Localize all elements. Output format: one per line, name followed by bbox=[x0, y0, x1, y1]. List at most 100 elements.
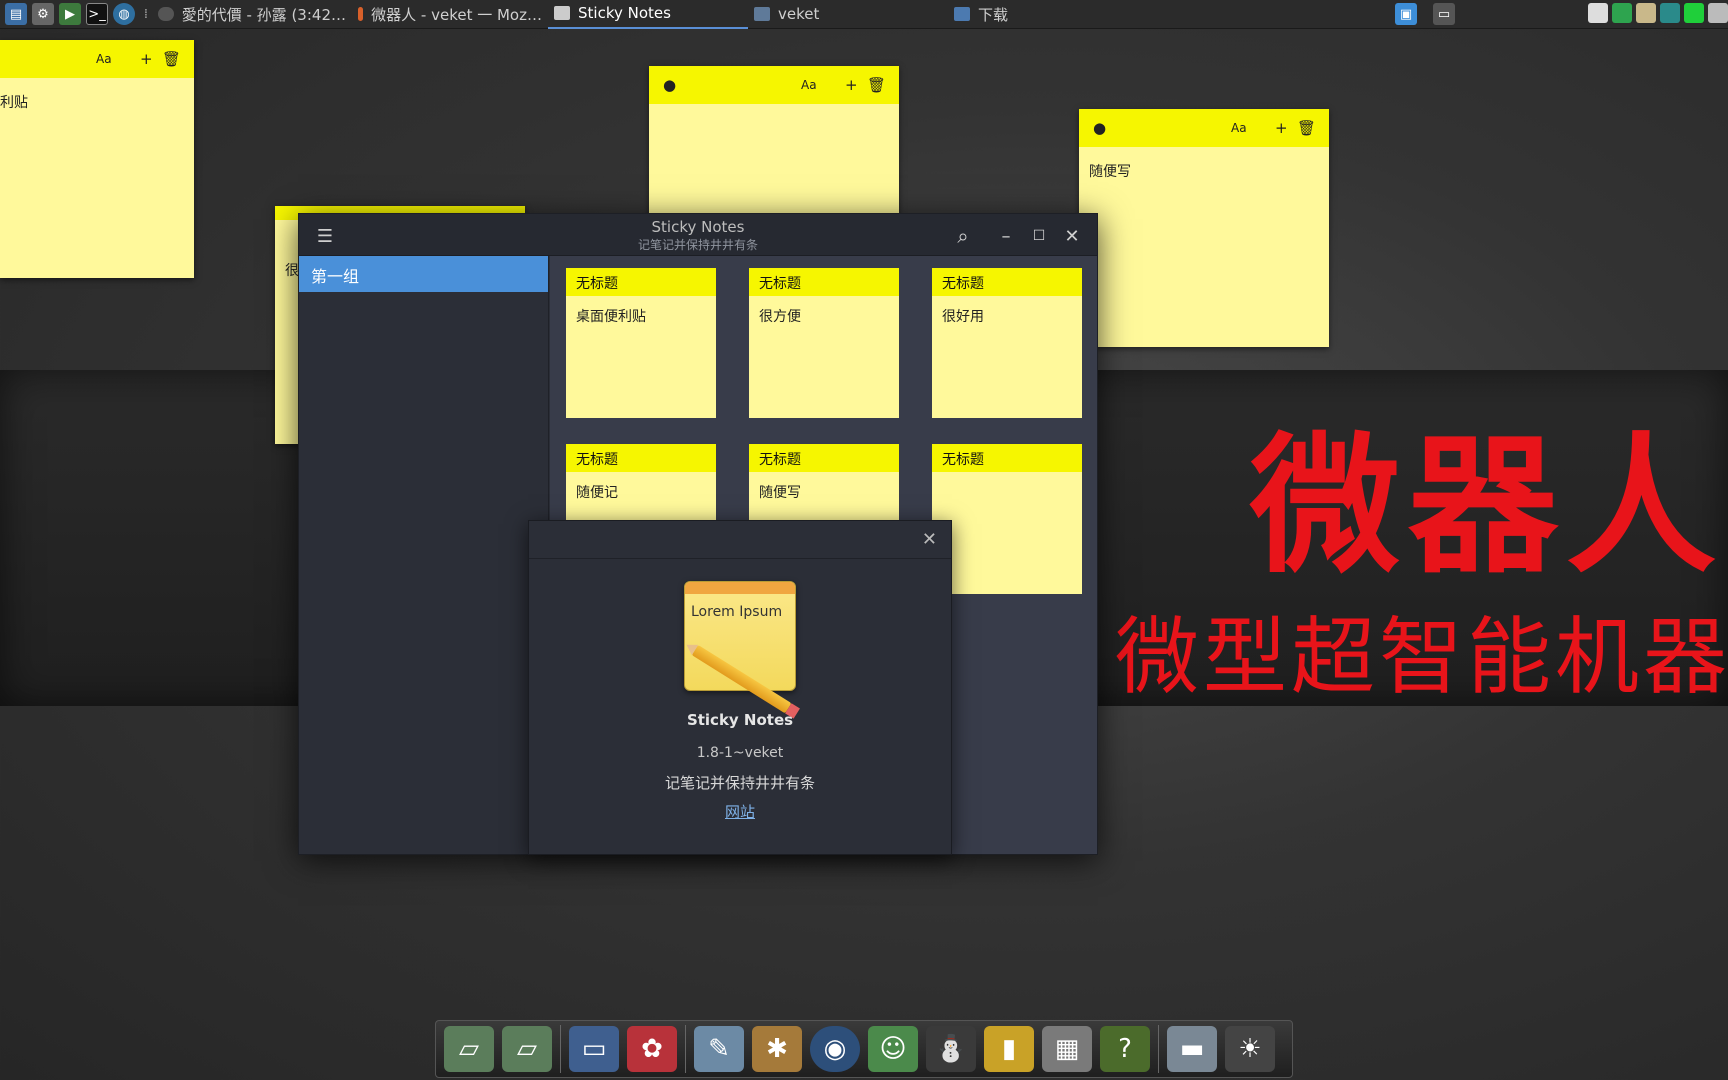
top-panel: ▤ ⚙ ▶ >_ ◍ ⁞ 愛的代價 - 孙露 (3:42… 微器人 - veke… bbox=[0, 0, 1728, 29]
dialog-header[interactable]: ✕ bbox=[529, 521, 951, 559]
note-card[interactable]: 无标题 随便写 bbox=[749, 444, 899, 524]
delete-icon[interactable]: 🗑 bbox=[1297, 119, 1316, 137]
about-dialog: ✕ Lorem Ipsum Sticky Notes 1.8-1~veket 记… bbox=[528, 520, 952, 855]
sidebar: 第一组 bbox=[299, 256, 549, 854]
users-icon[interactable]: ☺ bbox=[868, 1026, 918, 1072]
delete-icon[interactable]: 🗑 bbox=[162, 50, 181, 68]
task-label: 愛的代價 - 孙露 (3:42… bbox=[181, 5, 346, 24]
media-player-icon[interactable]: ▶ bbox=[59, 3, 81, 25]
dock: ▱ ▱ ▭ ✿ ✎ ✱ ◉ ☺ ⛄ ▮ ▦ ? ▬ ☀ bbox=[435, 1020, 1293, 1078]
tools-icon[interactable]: ⚙ bbox=[32, 3, 54, 25]
window-icon bbox=[554, 6, 570, 20]
folder-download-icon bbox=[954, 7, 970, 21]
paint-icon[interactable]: ✱ bbox=[752, 1026, 802, 1072]
folder-dock-icon[interactable]: ▱ bbox=[502, 1026, 552, 1072]
battery-icon[interactable] bbox=[1684, 3, 1704, 23]
folder-dock-icon[interactable]: ▱ bbox=[444, 1026, 494, 1072]
task-label: 微器人 - veket 一 Moz… bbox=[371, 5, 542, 24]
wallpaper-subtitle: 微型超智能机器 bbox=[1115, 608, 1728, 706]
window-subtitle: 记笔记并保持井井有条 bbox=[637, 238, 758, 252]
desktop-note[interactable]: ● Aa + 🗑 bbox=[649, 66, 899, 218]
minimize-icon[interactable]: – bbox=[992, 222, 1020, 250]
task-download[interactable]: 下载 bbox=[948, 0, 1148, 29]
media-icon[interactable]: ◉ bbox=[810, 1026, 860, 1072]
app-logo-icon: Lorem Ipsum bbox=[684, 581, 796, 714]
music-icon bbox=[158, 7, 174, 21]
door-icon[interactable]: ▮ bbox=[984, 1026, 1034, 1072]
task-firefox[interactable]: 微器人 - veket 一 Moz… bbox=[352, 0, 548, 29]
note-card[interactable]: 无标题 很好用 bbox=[932, 268, 1082, 418]
pencil-icon bbox=[691, 644, 792, 714]
close-icon[interactable]: ✕ bbox=[1058, 222, 1086, 250]
desktop-note[interactable]: Aa + 🗑 利贴 bbox=[0, 40, 194, 278]
app-name: Sticky Notes bbox=[686, 711, 794, 729]
note-card[interactable]: 无标题 桌面便利贴 bbox=[566, 268, 716, 418]
cat-app-icon[interactable]: ✿ bbox=[627, 1026, 677, 1072]
search-icon[interactable]: ⌕ bbox=[949, 222, 977, 250]
color-drop-icon[interactable]: ● bbox=[663, 76, 676, 94]
clipboard-icon[interactable] bbox=[1636, 3, 1656, 23]
task-music[interactable]: 愛的代價 - 孙露 (3:42… bbox=[152, 0, 352, 29]
notes-tray-icon[interactable] bbox=[1588, 3, 1608, 23]
task-label: Sticky Notes bbox=[578, 4, 671, 22]
editor-icon[interactable]: ✎ bbox=[694, 1026, 744, 1072]
note-card[interactable]: 无标题 bbox=[932, 444, 1082, 594]
drive-icon[interactable]: ▬ bbox=[1167, 1026, 1217, 1072]
note-card[interactable]: 无标题 很方便 bbox=[749, 268, 899, 418]
task-veket[interactable]: veket bbox=[748, 0, 948, 29]
font-icon[interactable]: Aa bbox=[1231, 119, 1247, 137]
keyboard-icon[interactable] bbox=[1708, 3, 1728, 23]
close-icon[interactable]: ✕ bbox=[922, 529, 937, 550]
app-description: 记笔记并保持井井有条 bbox=[664, 774, 815, 792]
task-label: veket bbox=[778, 5, 820, 23]
chart-app-icon[interactable]: ▦ bbox=[1042, 1026, 1092, 1072]
task-sticky-notes[interactable]: Sticky Notes bbox=[548, 0, 748, 29]
card-body: 很好用 bbox=[942, 309, 984, 325]
system-monitor-icon[interactable]: ▤ bbox=[5, 3, 27, 25]
penguin-icon[interactable]: ⛄ bbox=[926, 1026, 976, 1072]
maximize-icon[interactable]: ☐ bbox=[1025, 222, 1053, 250]
note-text[interactable]: 随便写 bbox=[1079, 147, 1329, 195]
app-version: 1.8-1~veket bbox=[696, 745, 784, 761]
title-bar[interactable]: ☰ Sticky Notes 记笔记并保持井井有条 ⌕ – ☐ ✕ bbox=[299, 214, 1097, 256]
shield-icon[interactable] bbox=[1612, 3, 1632, 23]
card-body: 随便记 bbox=[576, 485, 618, 501]
help-icon[interactable]: ? bbox=[1100, 1026, 1150, 1072]
card-title: 无标题 bbox=[932, 444, 1082, 472]
task-label: 下载 bbox=[978, 5, 1009, 24]
brightness-icon[interactable]: ☀ bbox=[1225, 1026, 1275, 1072]
card-title: 无标题 bbox=[749, 444, 899, 472]
font-icon[interactable]: Aa bbox=[96, 50, 112, 68]
website-link[interactable]: 网站 bbox=[529, 801, 951, 822]
note-text[interactable] bbox=[649, 104, 899, 132]
font-icon[interactable]: Aa bbox=[801, 76, 817, 94]
firefox-icon bbox=[358, 7, 364, 21]
monitor-icon[interactable]: ▭ bbox=[569, 1026, 619, 1072]
card-title: 无标题 bbox=[566, 444, 716, 472]
window-title: Sticky Notes bbox=[651, 218, 745, 236]
card-body bbox=[932, 472, 1082, 492]
network-icon[interactable] bbox=[1660, 3, 1680, 23]
card-title: 无标题 bbox=[932, 268, 1082, 296]
system-tray bbox=[1588, 3, 1728, 23]
add-icon[interactable]: + bbox=[845, 76, 858, 94]
wallpaper-title: 微器人 bbox=[1250, 418, 1725, 594]
delete-icon[interactable]: 🗑 bbox=[867, 76, 886, 94]
card-title: 无标题 bbox=[566, 268, 716, 296]
sidebar-item-group[interactable]: 第一组 bbox=[299, 256, 548, 292]
browser-icon[interactable]: ◍ bbox=[113, 3, 135, 25]
folder-icon bbox=[754, 7, 770, 21]
workspace-icon[interactable]: ▭ bbox=[1433, 3, 1455, 25]
card-body: 随便写 bbox=[759, 485, 801, 501]
card-title: 无标题 bbox=[749, 268, 899, 296]
desktop-note[interactable]: ● Aa + 🗑 随便写 bbox=[1079, 109, 1329, 347]
note-card[interactable]: 无标题 随便记 bbox=[566, 444, 716, 524]
terminal-icon[interactable]: >_ bbox=[86, 3, 108, 25]
add-icon[interactable]: + bbox=[1275, 119, 1288, 137]
separator-dots-icon: ⁞ bbox=[143, 6, 149, 22]
card-body: 桌面便利贴 bbox=[576, 309, 646, 325]
note-text[interactable]: 利贴 bbox=[0, 78, 194, 126]
add-icon[interactable]: + bbox=[140, 50, 153, 68]
color-drop-icon[interactable]: ● bbox=[1093, 119, 1106, 137]
show-desktop-icon[interactable]: ▣ bbox=[1395, 3, 1417, 25]
